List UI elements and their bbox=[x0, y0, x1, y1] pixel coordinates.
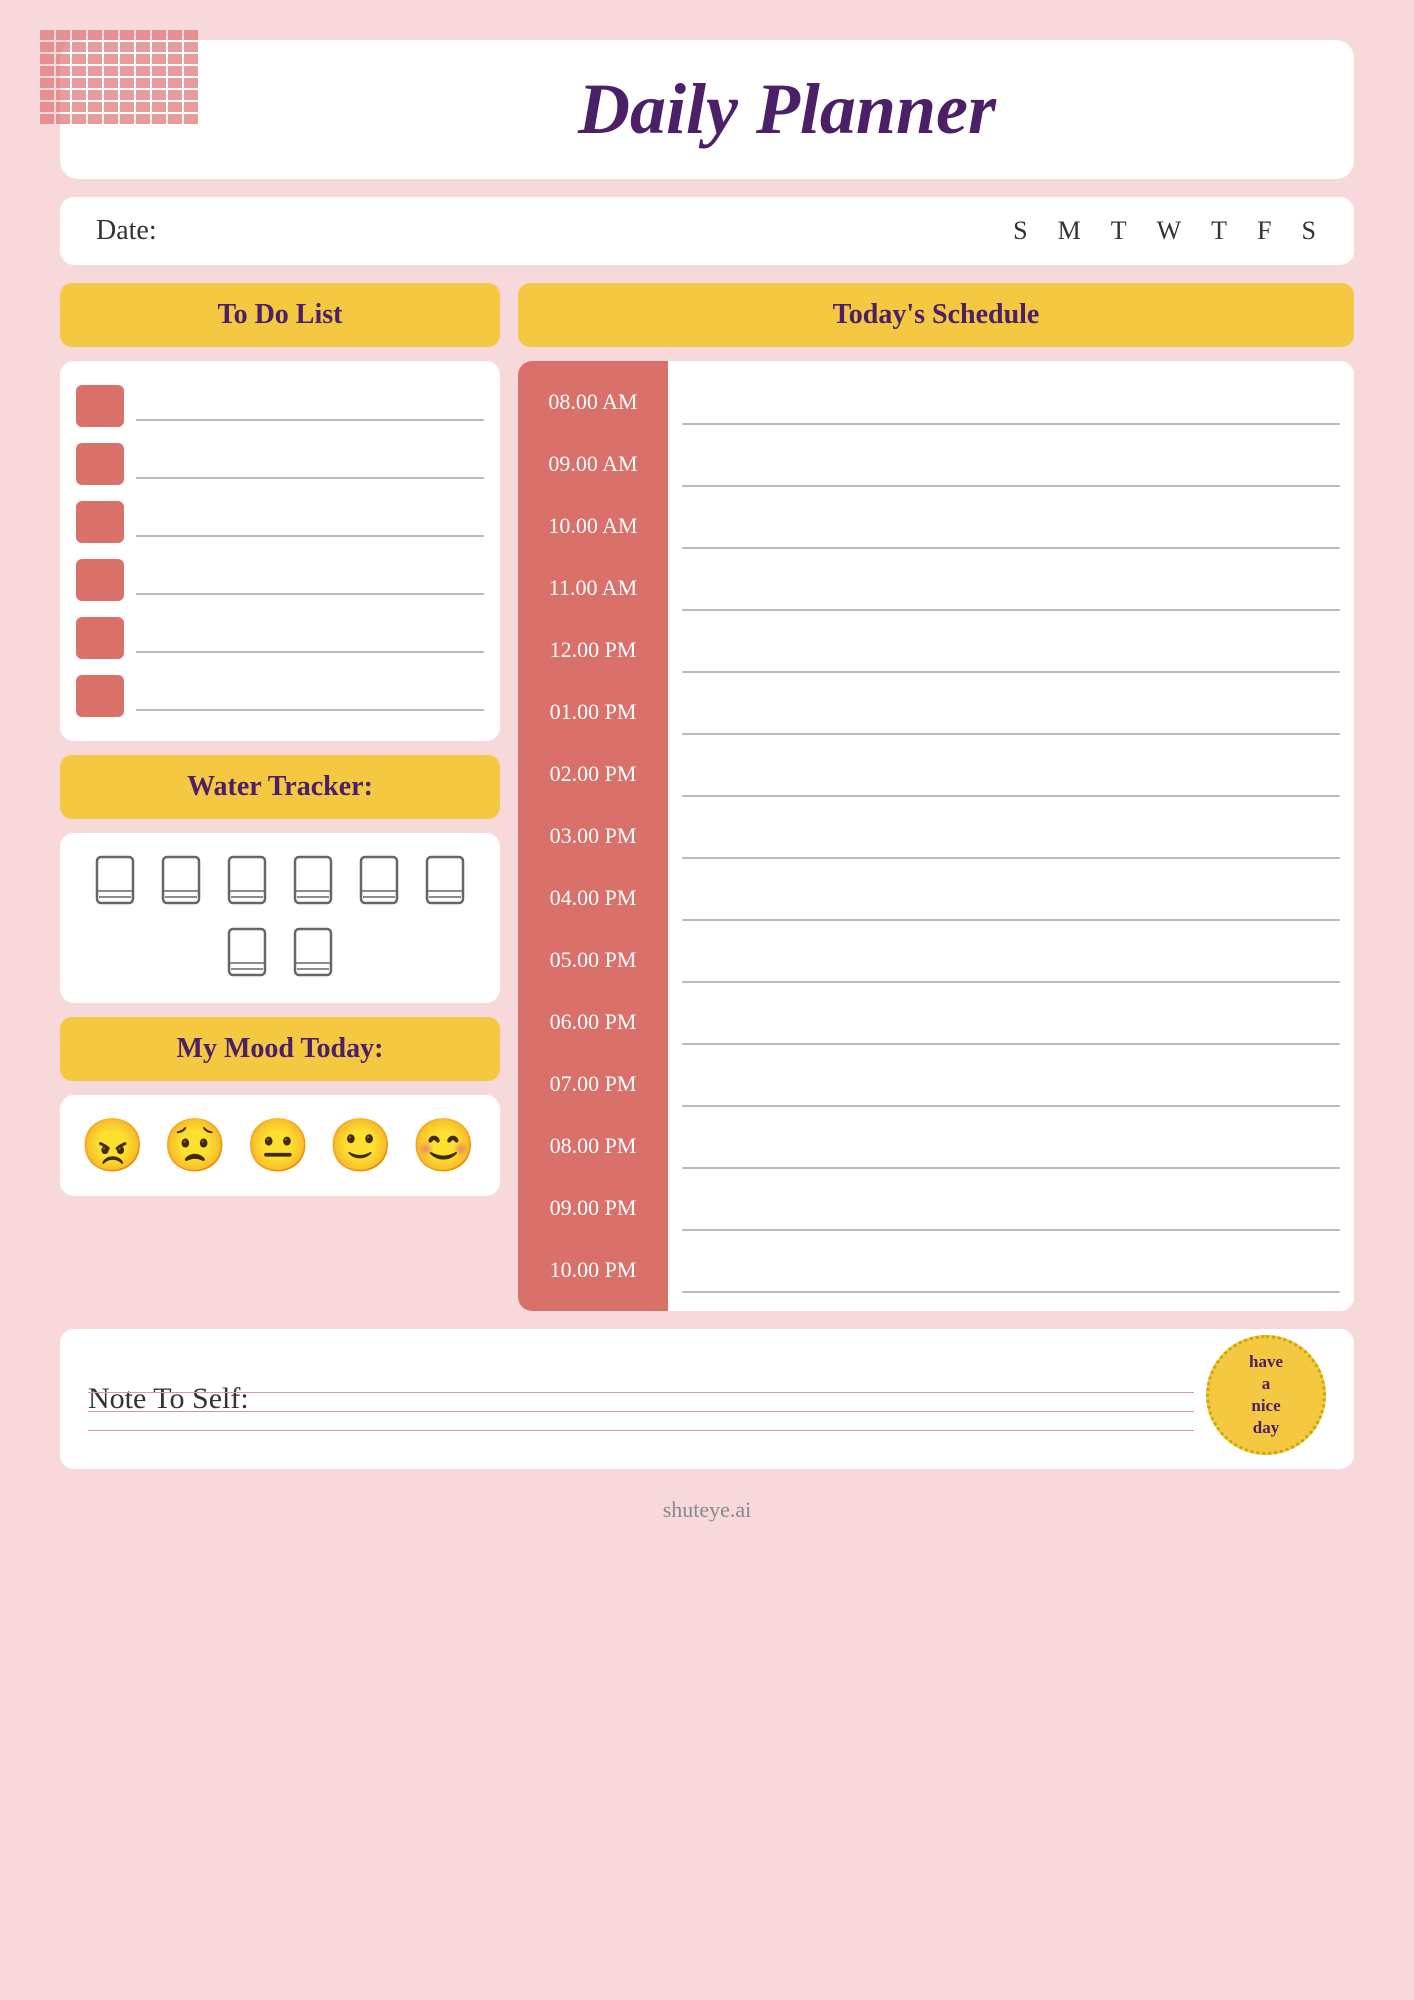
water-glass-icon bbox=[287, 925, 339, 983]
time-slot-0100pm: 01.00 PM bbox=[518, 681, 668, 743]
footer: shuteye.ai bbox=[60, 1487, 1354, 1543]
time-slot-1000pm: 10.00 PM bbox=[518, 1239, 668, 1301]
entry-line bbox=[682, 867, 1340, 929]
water-glass-icon bbox=[221, 853, 273, 911]
todo-item bbox=[76, 377, 484, 435]
time-slot-1200pm: 12.00 PM bbox=[518, 619, 668, 681]
entry-line bbox=[682, 1115, 1340, 1177]
note-section: Note To Self: haveaniceday bbox=[60, 1329, 1354, 1469]
day-tuesday: T bbox=[1111, 216, 1129, 246]
mood-happy[interactable]: 🙂 bbox=[328, 1115, 393, 1176]
todo-item bbox=[76, 667, 484, 725]
date-label: Date: bbox=[96, 215, 157, 247]
time-slot-1100am: 11.00 AM bbox=[518, 557, 668, 619]
day-saturday: S bbox=[1302, 216, 1318, 246]
date-row: Date: S M T W T F S bbox=[60, 197, 1354, 265]
water-glass-icon bbox=[155, 853, 207, 911]
time-slot-0700pm: 07.00 PM bbox=[518, 1053, 668, 1115]
day-sunday: S bbox=[1013, 216, 1029, 246]
entry-line bbox=[682, 557, 1340, 619]
water-glass-icon bbox=[419, 853, 471, 911]
entry-line bbox=[682, 1177, 1340, 1239]
water-glass-icon bbox=[287, 853, 339, 911]
todo-item bbox=[76, 609, 484, 667]
schedule-section: 08.00 AM 09.00 AM 10.00 AM 11.00 AM 12.0… bbox=[518, 361, 1354, 1311]
time-column: 08.00 AM 09.00 AM 10.00 AM 11.00 AM 12.0… bbox=[518, 361, 668, 1311]
entry-line bbox=[682, 991, 1340, 1053]
time-slot-0900pm: 09.00 PM bbox=[518, 1177, 668, 1239]
time-slot-0900am: 09.00 AM bbox=[518, 433, 668, 495]
mood-neutral[interactable]: 😐 bbox=[246, 1115, 311, 1176]
days-row: S M T W T F S bbox=[1013, 216, 1318, 246]
entry-line bbox=[682, 743, 1340, 805]
entry-column bbox=[668, 361, 1354, 1311]
note-lines bbox=[88, 1392, 1194, 1449]
todo-checkbox-2[interactable] bbox=[76, 443, 124, 485]
mood-section: 😠 😟 😐 🙂 😊 bbox=[60, 1095, 500, 1196]
day-thursday: T bbox=[1211, 216, 1229, 246]
main-content: To Do List bbox=[60, 283, 1354, 1311]
entry-line bbox=[682, 433, 1340, 495]
entry-line bbox=[682, 681, 1340, 743]
day-monday: M bbox=[1058, 216, 1083, 246]
mood-angry[interactable]: 😠 bbox=[80, 1115, 145, 1176]
entry-line bbox=[682, 495, 1340, 557]
entry-line bbox=[682, 929, 1340, 991]
todo-item bbox=[76, 493, 484, 551]
todo-item bbox=[76, 435, 484, 493]
time-slot-0400pm: 04.00 PM bbox=[518, 867, 668, 929]
schedule-body: 08.00 AM 09.00 AM 10.00 AM 11.00 AM 12.0… bbox=[518, 361, 1354, 1311]
time-slot-1000am: 10.00 AM bbox=[518, 495, 668, 557]
todo-checkbox-1[interactable] bbox=[76, 385, 124, 427]
page-title: Daily Planner bbox=[578, 68, 996, 151]
entry-line bbox=[682, 619, 1340, 681]
entry-line bbox=[682, 805, 1340, 867]
time-slot-0800am: 08.00 AM bbox=[518, 371, 668, 433]
nice-day-badge: haveaniceday bbox=[1206, 1335, 1326, 1455]
water-section bbox=[60, 833, 500, 1003]
todo-checkbox-4[interactable] bbox=[76, 559, 124, 601]
water-glass-icon bbox=[221, 925, 273, 983]
time-slot-0200pm: 02.00 PM bbox=[518, 743, 668, 805]
day-wednesday: W bbox=[1157, 216, 1184, 246]
mood-header: My Mood Today: bbox=[60, 1017, 500, 1081]
entry-line bbox=[682, 1239, 1340, 1301]
todo-checkbox-5[interactable] bbox=[76, 617, 124, 659]
water-glass-icon bbox=[89, 853, 141, 911]
mood-very-happy[interactable]: 😊 bbox=[411, 1115, 476, 1176]
todo-checkbox-6[interactable] bbox=[76, 675, 124, 717]
time-slot-0300pm: 03.00 PM bbox=[518, 805, 668, 867]
todo-checkbox-3[interactable] bbox=[76, 501, 124, 543]
todo-section bbox=[60, 361, 500, 741]
title-card: Daily Planner bbox=[60, 40, 1354, 179]
water-header: Water Tracker: bbox=[60, 755, 500, 819]
entry-line bbox=[682, 371, 1340, 433]
nice-day-text: haveaniceday bbox=[1249, 1351, 1283, 1439]
entry-line bbox=[682, 1053, 1340, 1115]
schedule-header: Today's Schedule bbox=[518, 283, 1354, 347]
left-column: To Do List bbox=[60, 283, 500, 1311]
water-glass-icon bbox=[353, 853, 405, 911]
time-slot-0800pm: 08.00 PM bbox=[518, 1115, 668, 1177]
footer-text: shuteye.ai bbox=[663, 1497, 752, 1522]
time-slot-0600pm: 06.00 PM bbox=[518, 991, 668, 1053]
todo-item bbox=[76, 551, 484, 609]
time-slot-0500pm: 05.00 PM bbox=[518, 929, 668, 991]
right-column: Today's Schedule 08.00 AM 09.00 AM 10.00… bbox=[518, 283, 1354, 1311]
day-friday: F bbox=[1257, 216, 1273, 246]
mood-sad[interactable]: 😟 bbox=[163, 1115, 228, 1176]
todo-header: To Do List bbox=[60, 283, 500, 347]
